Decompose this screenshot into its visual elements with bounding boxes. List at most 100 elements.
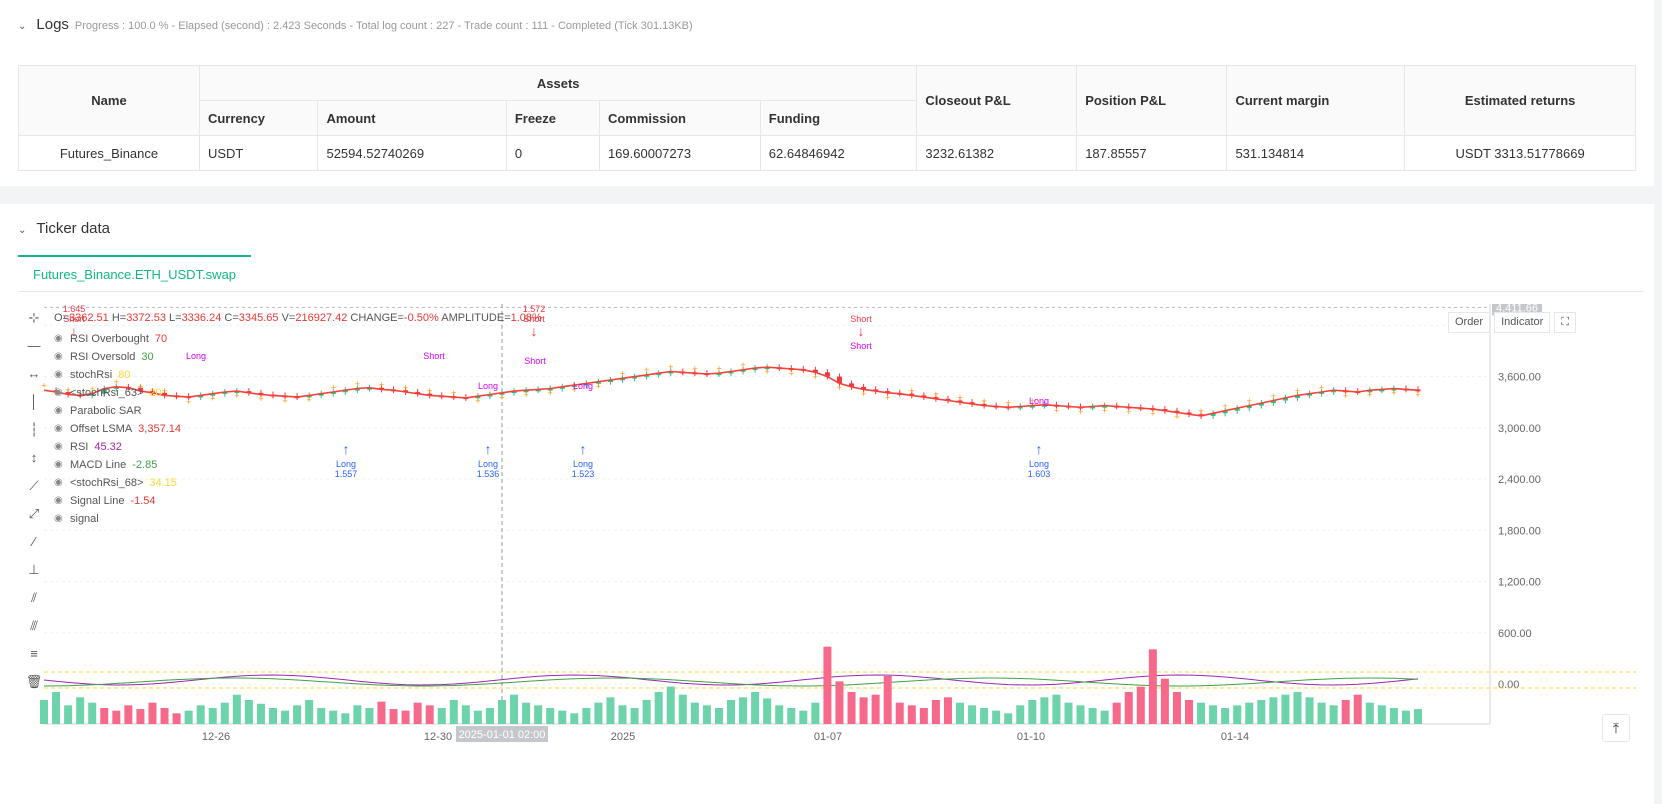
sar-dot: + (1391, 388, 1396, 398)
legend-item[interactable]: ◉ <stochRsi_63> 20 (54, 384, 181, 402)
volume-bar (1377, 705, 1386, 724)
sar-dot: + (1054, 405, 1059, 415)
y-tick-label: 3,600.00 (1498, 372, 1541, 384)
trash-icon[interactable]: 🗑 (22, 668, 46, 696)
fib-tool-icon[interactable]: ⫻ (22, 612, 46, 640)
legend-item[interactable]: ◉ RSI Oversold 30 (54, 348, 181, 366)
legend-item[interactable]: ◉ RSI 45.32 (54, 438, 181, 456)
long-signal-arrow: ↑ (1036, 441, 1043, 457)
logs-header[interactable]: ⌄ Logs Progress : 100.0 % - Elapsed (sec… (18, 16, 693, 33)
volume-bar (293, 705, 302, 724)
price-range-tool-icon[interactable]: ⊥ (22, 556, 46, 584)
eye-icon[interactable]: ◉ (54, 420, 66, 438)
volume-bar (570, 713, 579, 724)
collapse-caret-icon[interactable]: ⌄ (18, 21, 26, 32)
legend-item-name: RSI Oversold (70, 351, 136, 363)
legend-item[interactable]: ◉ Parabolic SAR (54, 402, 181, 420)
legend-item-value: 30 (141, 351, 154, 363)
cell-commission: 169.60007273 (598, 135, 761, 171)
volume-bar (1329, 705, 1338, 724)
legend-item[interactable]: ◉ MACD Line -2.85 (54, 456, 181, 474)
parallel-channel-tool-icon[interactable]: ⫽ (22, 584, 46, 612)
sar-dot: + (1415, 390, 1420, 400)
ohlc-change: -0.50% (403, 312, 439, 324)
vertical-ray-tool-icon[interactable]: ↕ (22, 444, 46, 472)
volume-bar (919, 708, 928, 724)
legend-item-value: 45.32 (94, 441, 122, 453)
legend-item[interactable]: ◉ RSI Overbought 70 (54, 330, 181, 348)
long-signal-value: 1.557 (335, 469, 358, 479)
fullscreen-icon[interactable]: ⛶ (1554, 312, 1576, 333)
eye-icon[interactable]: ◉ (54, 474, 66, 492)
volume-bar (630, 708, 639, 724)
eye-icon[interactable]: ◉ (54, 510, 66, 528)
vertical-segment-tool-icon[interactable]: ┆ (22, 416, 46, 444)
collapse-caret-icon[interactable]: ⌄ (18, 225, 26, 236)
vertical-line-tool-icon[interactable]: │ (22, 388, 46, 416)
indicator-button[interactable]: Indicator (1494, 312, 1551, 333)
sar-dot: + (475, 396, 480, 406)
legend-item-value: -1.54 (130, 495, 156, 507)
ticker-header[interactable]: ⌄ Ticker data (18, 220, 110, 237)
sar-dot: + (1078, 407, 1083, 417)
cell-funding: 62.64846942 (759, 135, 918, 171)
legend-item-name: MACD Line (70, 459, 127, 471)
eye-icon[interactable]: ◉ (54, 348, 66, 366)
horizontal-ray-tool-icon[interactable]: ↔ (22, 360, 46, 388)
legend-item[interactable]: ◉ stochRsi 80 (54, 366, 181, 384)
x-tick-label: 01-10 (1017, 731, 1045, 743)
volume-bar (160, 708, 169, 724)
volume-bar (1341, 700, 1350, 724)
pyramid-label: Long (478, 381, 498, 391)
sar-dot: + (210, 393, 215, 403)
sar-dot: + (933, 389, 938, 399)
legend-item[interactable]: ◉ Signal Line -1.54 (54, 492, 181, 510)
volume-bar (208, 708, 217, 724)
logs-status: Progress : 100.0 % - Elapsed (second) : … (74, 20, 693, 32)
volume-bar (690, 702, 699, 724)
tab-futures-binance-eth-usdt-swap[interactable]: Futures_Binance.ETH_USDT.swap (18, 255, 252, 291)
eye-icon[interactable]: ◉ (54, 456, 66, 474)
legend-item[interactable]: ◉ Offset LSMA 3,357.14 (54, 420, 181, 438)
volume-bar (88, 702, 97, 724)
sar-dot: + (355, 379, 360, 389)
long-signal-arrow: ↑ (343, 441, 350, 457)
eye-icon[interactable]: ◉ (54, 438, 66, 456)
volume-bar (642, 700, 651, 724)
volume-bar (40, 700, 48, 724)
long-signal-value: 1.536 (477, 469, 500, 479)
volume-bar (52, 692, 61, 724)
volume-bar (1064, 702, 1073, 724)
price-chart[interactable]: 4,200.003,600.003,000.002,400.001,800.00… (18, 304, 1636, 790)
order-button[interactable]: Order (1447, 312, 1491, 333)
volume-bar (437, 708, 446, 724)
volume-bar (943, 697, 952, 724)
sar-dot: + (1198, 406, 1203, 416)
ohlc-readout: O=3362.51 H=3372.53 L=3336.24 C=3345.65 … (54, 312, 542, 324)
chart-area[interactable]: 4,200.003,600.003,000.002,400.001,800.00… (18, 304, 1636, 790)
trend-line-tool-icon[interactable]: ⟋ (22, 472, 46, 500)
eye-icon[interactable]: ◉ (54, 330, 66, 348)
eye-icon[interactable]: ◉ (54, 384, 66, 402)
eye-icon[interactable]: ◉ (54, 492, 66, 510)
sar-dot: + (981, 396, 986, 406)
volume-bar (775, 705, 784, 724)
horizontal-line-tool-icon[interactable]: ― (22, 332, 46, 360)
legend-item[interactable]: ◉ <stochRsi_68> 34.15 (54, 474, 181, 492)
logs-title: Logs (36, 16, 69, 33)
sar-dot: + (427, 386, 432, 396)
eye-icon[interactable]: ◉ (54, 402, 66, 420)
col-group-assets: Assets (198, 65, 918, 101)
scroll-to-top-icon[interactable]: ⤒ (1602, 714, 1630, 742)
x-tick-label: 2025 (611, 731, 635, 743)
legend-item[interactable]: ◉ signal (54, 510, 181, 528)
crosshair-tool-icon[interactable]: ⊹ (22, 304, 46, 332)
fib-retracement-tool-icon[interactable]: ≡ (22, 640, 46, 668)
volume-bar (823, 646, 832, 724)
ray-line-tool-icon[interactable]: ⤢ (22, 500, 46, 528)
legend-item-value: -2.85 (132, 459, 158, 471)
eye-icon[interactable]: ◉ (54, 366, 66, 384)
sar-dot: + (909, 386, 914, 396)
ohlc-volume: 216927.42 (295, 312, 348, 324)
segment-tool-icon[interactable]: ∕ (22, 528, 46, 556)
